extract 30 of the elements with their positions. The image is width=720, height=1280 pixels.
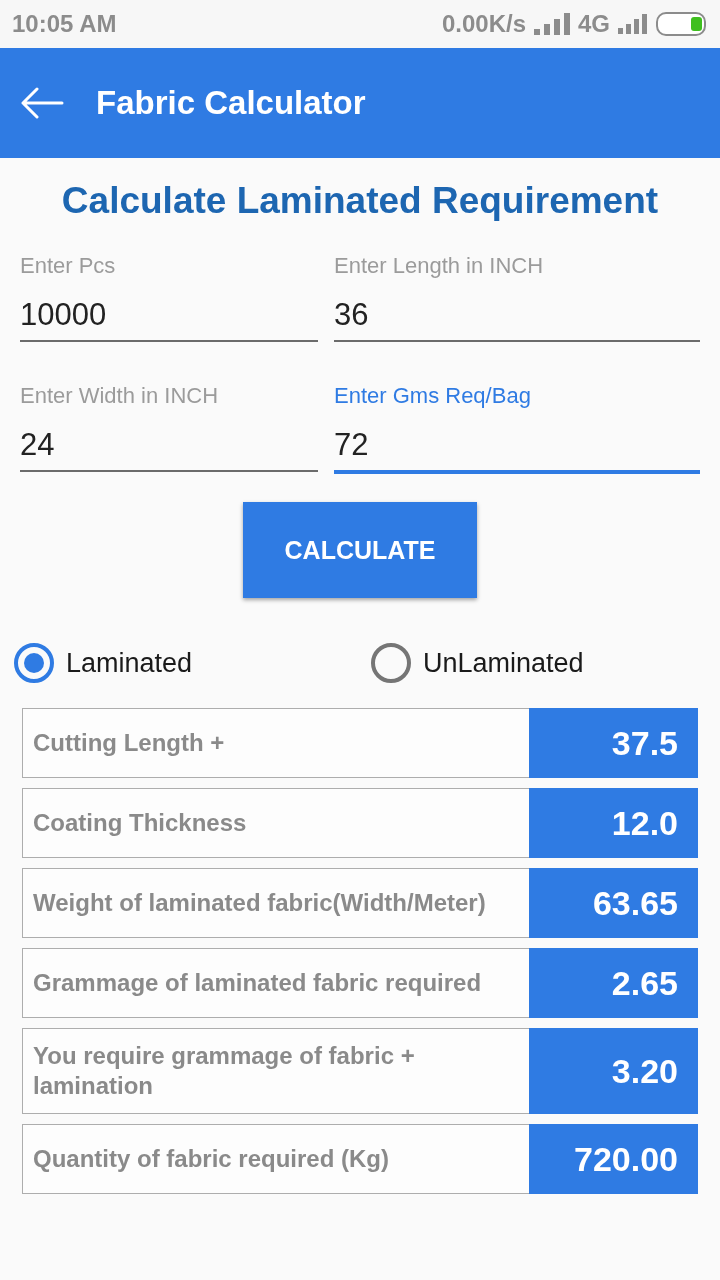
radio-icon[interactable]: [371, 643, 411, 683]
result-label-cell: Coating Thickness: [22, 788, 529, 858]
input-field[interactable]: Enter Gms Req/Bag 72: [334, 384, 700, 474]
input-field[interactable]: Enter Pcs 10000: [20, 254, 318, 342]
radio-option[interactable]: Laminated: [14, 643, 193, 683]
result-label-cell: Grammage of laminated fabric required: [22, 948, 529, 1018]
signal-icon: [618, 14, 648, 34]
app-title: Fabric Calculator: [96, 83, 366, 123]
result-value-cell: 3.20: [529, 1028, 698, 1114]
result-label-cell: Weight of laminated fabric(Width/Meter): [22, 868, 529, 938]
result-label-cell: Quantity of fabric required (Kg): [22, 1124, 529, 1194]
result-value-cell: 2.65: [529, 948, 698, 1018]
result-value-cell: 37.5: [529, 708, 698, 778]
signal-icon: [534, 13, 570, 35]
calculate-button[interactable]: CALCULATE: [243, 502, 477, 598]
back-arrow-icon[interactable]: [20, 87, 64, 119]
result-value-cell: 720.00: [529, 1124, 698, 1194]
network-speed: 0.00K/s: [441, 10, 526, 38]
result-value-cell: 12.0: [529, 788, 698, 858]
network-type: 4G: [578, 10, 610, 38]
result-label-cell: You require grammage of fabric + lamination: [22, 1028, 529, 1114]
battery-icon: [656, 12, 706, 36]
status-time: 10:05 AM: [12, 10, 117, 38]
input-field[interactable]: Enter Width in INCH 24: [20, 384, 318, 472]
radio-icon[interactable]: [14, 643, 54, 683]
input-field[interactable]: Enter Length in INCH 36: [334, 254, 700, 342]
page-heading: Calculate Laminated Requirement: [60, 180, 660, 222]
radio-option[interactable]: UnLaminated: [371, 643, 584, 683]
result-value-cell: 63.65: [529, 868, 698, 938]
result-label-cell: Cutting Length +: [22, 708, 529, 778]
